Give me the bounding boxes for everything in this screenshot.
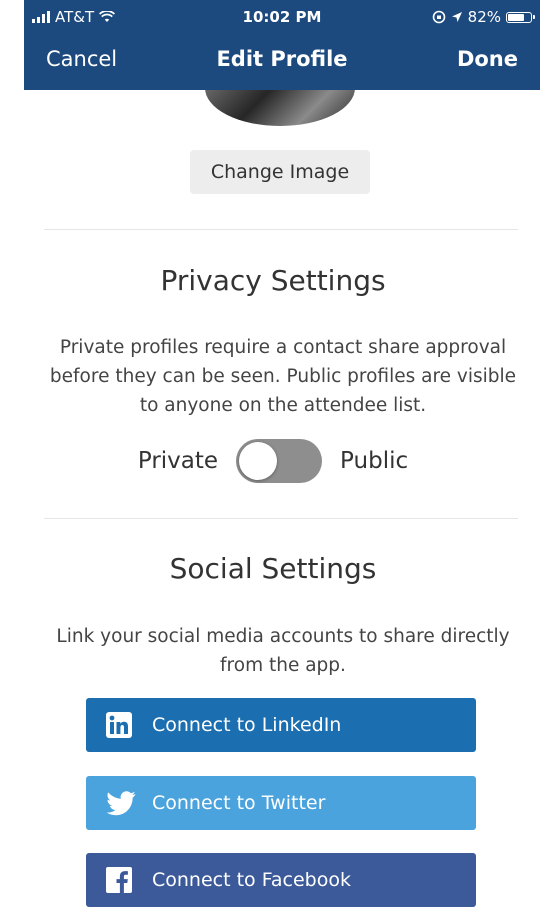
toggle-knob [239,442,278,480]
public-label: Public [340,448,409,474]
privacy-description: Private profiles require a contact share… [49,337,517,416]
app-header: AT&T 10:02 PM 82% Cancel Edit Profile Do… [24,0,540,90]
battery-percent: 82% [467,8,501,26]
status-right: 82% [432,8,535,26]
twitter-icon [106,790,142,816]
divider [44,229,518,230]
battery-icon [506,11,535,23]
done-button[interactable]: Done [457,47,518,71]
facebook-icon [106,867,142,893]
connect-linkedin-label: Connect to LinkedIn [152,714,342,736]
divider [44,518,518,519]
private-label: Private [137,448,219,474]
battery-level [508,13,524,21]
privacy-toggle[interactable] [236,439,323,483]
connect-facebook-label: Connect to Facebook [152,869,351,891]
social-settings-title: Social Settings [169,552,377,585]
status-bar: AT&T 10:02 PM 82% [24,0,540,34]
change-image-button[interactable]: Change Image [190,150,370,194]
rotation-lock-icon [432,10,445,24]
connect-twitter-label: Connect to Twitter [152,792,326,814]
nav-bar: Cancel Edit Profile Done [24,34,540,86]
location-icon [451,12,462,22]
connect-facebook-button[interactable]: Connect to Facebook [86,853,476,907]
connect-linkedin-button[interactable]: Connect to LinkedIn [86,698,476,752]
connect-twitter-button[interactable]: Connect to Twitter [86,776,476,830]
privacy-toggle-row: Private Public [0,438,546,484]
privacy-settings-title: Privacy Settings [160,264,386,297]
social-description: Link your social media accounts to share… [56,626,510,676]
linkedin-icon [106,712,142,738]
